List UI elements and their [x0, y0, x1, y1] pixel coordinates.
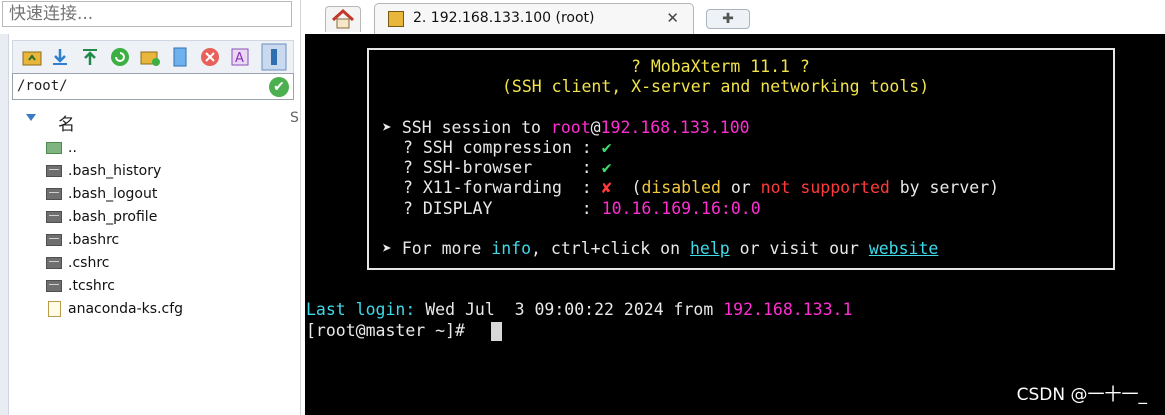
list-item[interactable]: .. — [44, 137, 294, 160]
list-item[interactable]: .bash_logout — [44, 183, 294, 206]
column-size-header[interactable]: S — [290, 110, 299, 126]
terminal-cursor — [491, 322, 502, 341]
close-icon[interactable]: ✕ — [666, 9, 679, 27]
file-list-header: 名 S — [12, 110, 300, 135]
left-sidebar: A /root/ ✔ 名 S .. .bash_history .bash_lo… — [0, 0, 301, 415]
sftp-toolbar: A — [12, 40, 294, 74]
terminal[interactable]: ? MobaXterm 11.1 ? (SSH client, X-server… — [305, 34, 1165, 415]
new-file-icon[interactable] — [169, 46, 191, 68]
folder-up-icon — [46, 142, 62, 154]
tab-session[interactable]: 2. 192.168.133.100 (root) ✕ — [374, 3, 694, 34]
list-item[interactable]: .bash_history — [44, 160, 294, 183]
rename-icon[interactable]: A — [229, 46, 251, 68]
last-login-line: Last login: Wed Jul 3 09:00:22 2024 from… — [306, 300, 853, 319]
path-text: /root/ — [17, 78, 68, 94]
path-field[interactable]: /root/ ✔ — [12, 73, 294, 100]
toggle-hidden-icon[interactable] — [261, 43, 287, 71]
ssh-browser-line: ? SSH-browser : ✔ — [403, 158, 612, 177]
shell-prompt: [root@master ~]# — [306, 321, 475, 340]
file-icon — [46, 234, 62, 246]
help-link[interactable]: help — [690, 239, 730, 258]
parent-folder-icon[interactable] — [21, 46, 43, 68]
new-tab-button[interactable]: ✚ — [706, 9, 750, 29]
banner-subtitle: (SSH client, X-server and networking too… — [502, 77, 930, 96]
quick-connect-input[interactable] — [2, 1, 292, 27]
banner-title: ? MobaXterm 11.1 ? — [631, 57, 810, 76]
column-name-header[interactable]: 名 — [58, 110, 75, 135]
file-icon — [46, 257, 62, 269]
delete-icon[interactable] — [199, 46, 221, 68]
list-item[interactable]: .tcshrc — [44, 275, 294, 298]
watermark: CSDN @一十一_ — [1016, 385, 1147, 405]
file-icon — [46, 188, 62, 200]
info-link[interactable]: info — [491, 239, 531, 258]
file-icon — [46, 165, 62, 177]
svg-text:A: A — [235, 51, 244, 66]
list-item[interactable]: .bash_profile — [44, 206, 294, 229]
upload-icon[interactable] — [79, 46, 101, 68]
download-icon[interactable] — [49, 46, 71, 68]
wrench-icon — [388, 11, 404, 27]
x11-forwarding-line: ? X11-forwarding : ✘ (disabled or not su… — [403, 178, 1000, 197]
plus-icon: ✚ — [722, 11, 734, 27]
display-line: ? DISPLAY : 10.16.169.16:0.0 — [403, 199, 761, 218]
refresh-icon[interactable] — [109, 46, 131, 68]
sort-arrow-icon[interactable] — [26, 114, 36, 121]
home-icon — [331, 8, 355, 29]
document-icon — [48, 301, 61, 317]
more-info-line: ➤ For more info, ctrl+click on help or v… — [382, 239, 939, 258]
ssh-session-line: ➤ SSH session to root@192.168.133.100 — [382, 118, 750, 137]
website-link[interactable]: website — [869, 239, 939, 258]
sidebar-vertical-tabs — [0, 34, 9, 415]
confirm-path-icon[interactable]: ✔ — [269, 77, 289, 97]
file-icon — [46, 280, 62, 292]
list-item[interactable]: .cshrc — [44, 252, 294, 275]
new-folder-icon[interactable] — [139, 46, 161, 68]
home-tab[interactable] — [325, 6, 361, 32]
list-item[interactable]: .bashrc — [44, 229, 294, 252]
list-item[interactable]: anaconda-ks.cfg — [44, 298, 294, 321]
ssh-compression-line: ? SSH compression : ✔ — [403, 138, 612, 157]
file-list: .. .bash_history .bash_logout .bash_prof… — [44, 137, 294, 321]
file-icon — [46, 211, 62, 223]
tab-title: 2. 192.168.133.100 (root) — [413, 10, 595, 26]
